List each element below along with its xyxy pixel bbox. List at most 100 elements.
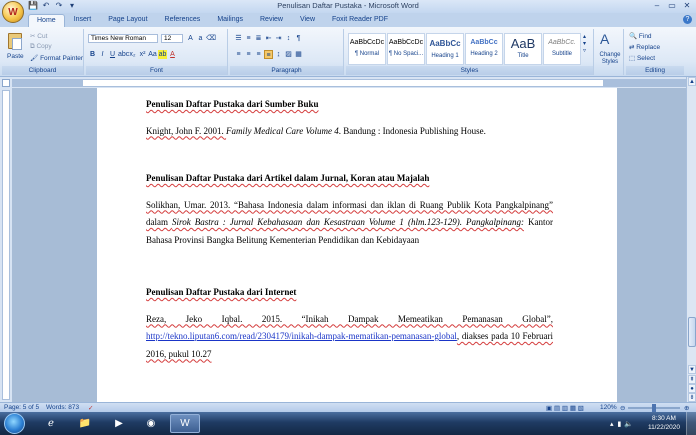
reference-book: Knight, John F. 2001. Family Medical Car… xyxy=(146,125,486,136)
paste-button[interactable]: Paste xyxy=(7,53,24,60)
word-count[interactable]: Words: 873 xyxy=(46,404,79,411)
page-count[interactable]: Page: 5 of 5 xyxy=(4,404,39,411)
tab-references[interactable]: References xyxy=(157,14,209,27)
numbering-icon[interactable]: ≡ xyxy=(244,34,253,43)
italic-icon[interactable]: I xyxy=(98,50,107,59)
replace-button[interactable]: ⇄ Replace xyxy=(629,43,660,51)
show-desktop-button[interactable] xyxy=(686,412,696,435)
font-family-select[interactable]: Times New Roman xyxy=(88,34,158,43)
scroll-up-icon[interactable]: ▲ xyxy=(688,77,696,86)
ribbon-tabs: Home Insert Page Layout References Maili… xyxy=(0,13,696,27)
styles-scroll-icon[interactable]: ▴ ▾ ▿ xyxy=(583,33,586,54)
sort-icon[interactable]: ↕ xyxy=(284,34,293,43)
line-spacing-icon[interactable]: ↨ xyxy=(274,50,283,59)
select-button[interactable]: ⬚ Select xyxy=(629,54,655,62)
network-icon[interactable]: ▮ xyxy=(618,420,622,428)
taskbar: ℯ 📁 ▶ ◉ W ▴ ▮ 🔈 8:30 AM 11/22/2020 xyxy=(0,412,696,435)
document-body[interactable]: Penulisan Daftar Pustaka dari Sumber Buk… xyxy=(146,96,553,363)
find-button[interactable]: 🔍 Find xyxy=(629,32,652,40)
cut-button[interactable]: ✂ Cut xyxy=(30,32,47,40)
zoom-out-icon[interactable]: ⊖ xyxy=(620,404,625,412)
shrink-font-icon[interactable]: a xyxy=(196,34,205,43)
office-button[interactable]: W xyxy=(2,1,24,23)
volume-icon[interactable]: 🔈 xyxy=(624,420,633,428)
bullets-icon[interactable]: ☰ xyxy=(234,34,243,43)
media-player-icon[interactable]: ▶ xyxy=(104,414,134,433)
style-no-spacing[interactable]: AaBbCcDc ¶ No Spaci... xyxy=(387,33,425,65)
start-button[interactable] xyxy=(4,413,25,434)
bold-icon[interactable]: B xyxy=(88,50,97,59)
vertical-scrollbar[interactable]: ▲ ▼ ⇞ ● ⇟ xyxy=(686,77,696,402)
change-case-icon[interactable]: Aa xyxy=(148,50,157,59)
vertical-ruler[interactable] xyxy=(2,90,10,400)
ruler-toggle[interactable] xyxy=(2,79,10,87)
minimize-button[interactable]: – xyxy=(650,1,664,11)
heading-journal-source: Penulisan Daftar Pustaka dari Artikel da… xyxy=(146,173,430,183)
multilevel-list-icon[interactable]: ≣ xyxy=(254,34,263,43)
reference-url-link[interactable]: http://tekno.liputan6.com/read/2304179/i… xyxy=(146,331,457,341)
increase-indent-icon[interactable]: ⇥ xyxy=(274,34,283,43)
tray-arrow-icon[interactable]: ▴ xyxy=(610,420,614,428)
select-browse-object-icon[interactable]: ● xyxy=(688,384,696,393)
highlight-icon[interactable]: ab xyxy=(158,50,167,59)
copy-button[interactable]: ⧉ Copy xyxy=(30,43,52,51)
scroll-thumb[interactable] xyxy=(688,317,696,347)
justify-icon[interactable]: ≡ xyxy=(264,50,273,59)
tab-foxit[interactable]: Foxit Reader PDF xyxy=(324,14,396,27)
window-controls: – ▭ ✕ xyxy=(650,1,694,11)
paragraph-group: ☰ ≡ ≣ ⇤ ⇥ ↕ ¶ ≡ ≡ ≡ ≡ ↨ ▨ ▦ Paragraph xyxy=(230,29,344,75)
scroll-down-icon[interactable]: ▼ xyxy=(688,365,696,374)
borders-icon[interactable]: ▦ xyxy=(294,50,303,59)
file-explorer-icon[interactable]: 📁 xyxy=(70,414,100,433)
help-icon[interactable]: ? xyxy=(683,15,692,24)
font-color-icon[interactable]: A xyxy=(168,50,177,59)
style-subtitle[interactable]: AaBbCc. Subtitle xyxy=(543,33,581,65)
align-buttons: ≡ ≡ ≡ ≡ ↨ ▨ ▦ xyxy=(234,50,303,59)
internet-explorer-icon[interactable]: ℯ xyxy=(36,414,66,433)
paste-icon[interactable] xyxy=(8,33,22,50)
tab-mailings[interactable]: Mailings xyxy=(209,14,251,27)
strikethrough-icon[interactable]: abc xyxy=(118,50,129,59)
zoom-slider-knob[interactable] xyxy=(652,404,656,412)
change-styles-icon[interactable]: A xyxy=(600,31,609,47)
tab-home[interactable]: Home xyxy=(28,14,65,27)
style-heading-2[interactable]: AaBbCc Heading 2 xyxy=(465,33,503,65)
style-normal[interactable]: AaBbCcDc ¶ Normal xyxy=(348,33,386,65)
font-size-select[interactable]: 12 xyxy=(161,34,183,43)
tab-review[interactable]: Review xyxy=(252,14,291,27)
tab-page-layout[interactable]: Page Layout xyxy=(100,14,155,27)
format-painter-button[interactable]: 🖌 Format Painter xyxy=(30,54,83,62)
align-left-icon[interactable]: ≡ xyxy=(234,50,243,59)
superscript-icon[interactable]: x² xyxy=(138,50,147,59)
style-heading-1[interactable]: AaBbCc Heading 1 xyxy=(426,33,464,65)
align-center-icon[interactable]: ≡ xyxy=(244,50,253,59)
view-buttons[interactable]: ▣ ▤ ▥ ▦ ▧ xyxy=(546,404,584,412)
word-taskbar-icon[interactable]: W xyxy=(170,414,200,433)
tab-insert[interactable]: Insert xyxy=(66,14,100,27)
decrease-indent-icon[interactable]: ⇤ xyxy=(264,34,273,43)
clock[interactable]: 8:30 AM 11/22/2020 xyxy=(648,414,680,432)
close-button[interactable]: ✕ xyxy=(680,1,694,11)
chrome-icon[interactable]: ◉ xyxy=(136,414,166,433)
underline-icon[interactable]: U xyxy=(108,50,117,59)
zoom-in-icon[interactable]: ⊕ xyxy=(684,404,689,412)
shading-icon[interactable]: ▨ xyxy=(284,50,293,59)
previous-page-icon[interactable]: ⇞ xyxy=(688,375,696,384)
subscript-icon[interactable]: x₂ xyxy=(128,50,137,59)
title-bar: W 💾 ↶ ↷ ▾ Penulisan Daftar Pustaka - Mic… xyxy=(0,0,696,23)
tab-view[interactable]: View xyxy=(292,14,323,27)
horizontal-ruler[interactable] xyxy=(12,79,686,87)
align-right-icon[interactable]: ≡ xyxy=(254,50,263,59)
show-marks-icon[interactable]: ¶ xyxy=(294,34,303,43)
zoom-level[interactable]: 120% xyxy=(600,404,617,411)
change-styles-button[interactable]: Change Styles xyxy=(596,52,624,66)
document-page[interactable]: Penulisan Daftar Pustaka dari Sumber Buk… xyxy=(97,88,617,402)
clear-format-icon[interactable]: ⌫ xyxy=(206,34,216,43)
grow-font-icon[interactable]: A xyxy=(186,34,195,43)
proofing-icon[interactable]: ✓ xyxy=(88,404,93,412)
font-label: Font xyxy=(86,66,227,75)
style-title[interactable]: AaB Title xyxy=(504,33,542,65)
font-size-buttons: A a ⌫ xyxy=(186,34,216,43)
next-page-icon[interactable]: ⇟ xyxy=(688,393,696,402)
maximize-button[interactable]: ▭ xyxy=(665,1,679,11)
